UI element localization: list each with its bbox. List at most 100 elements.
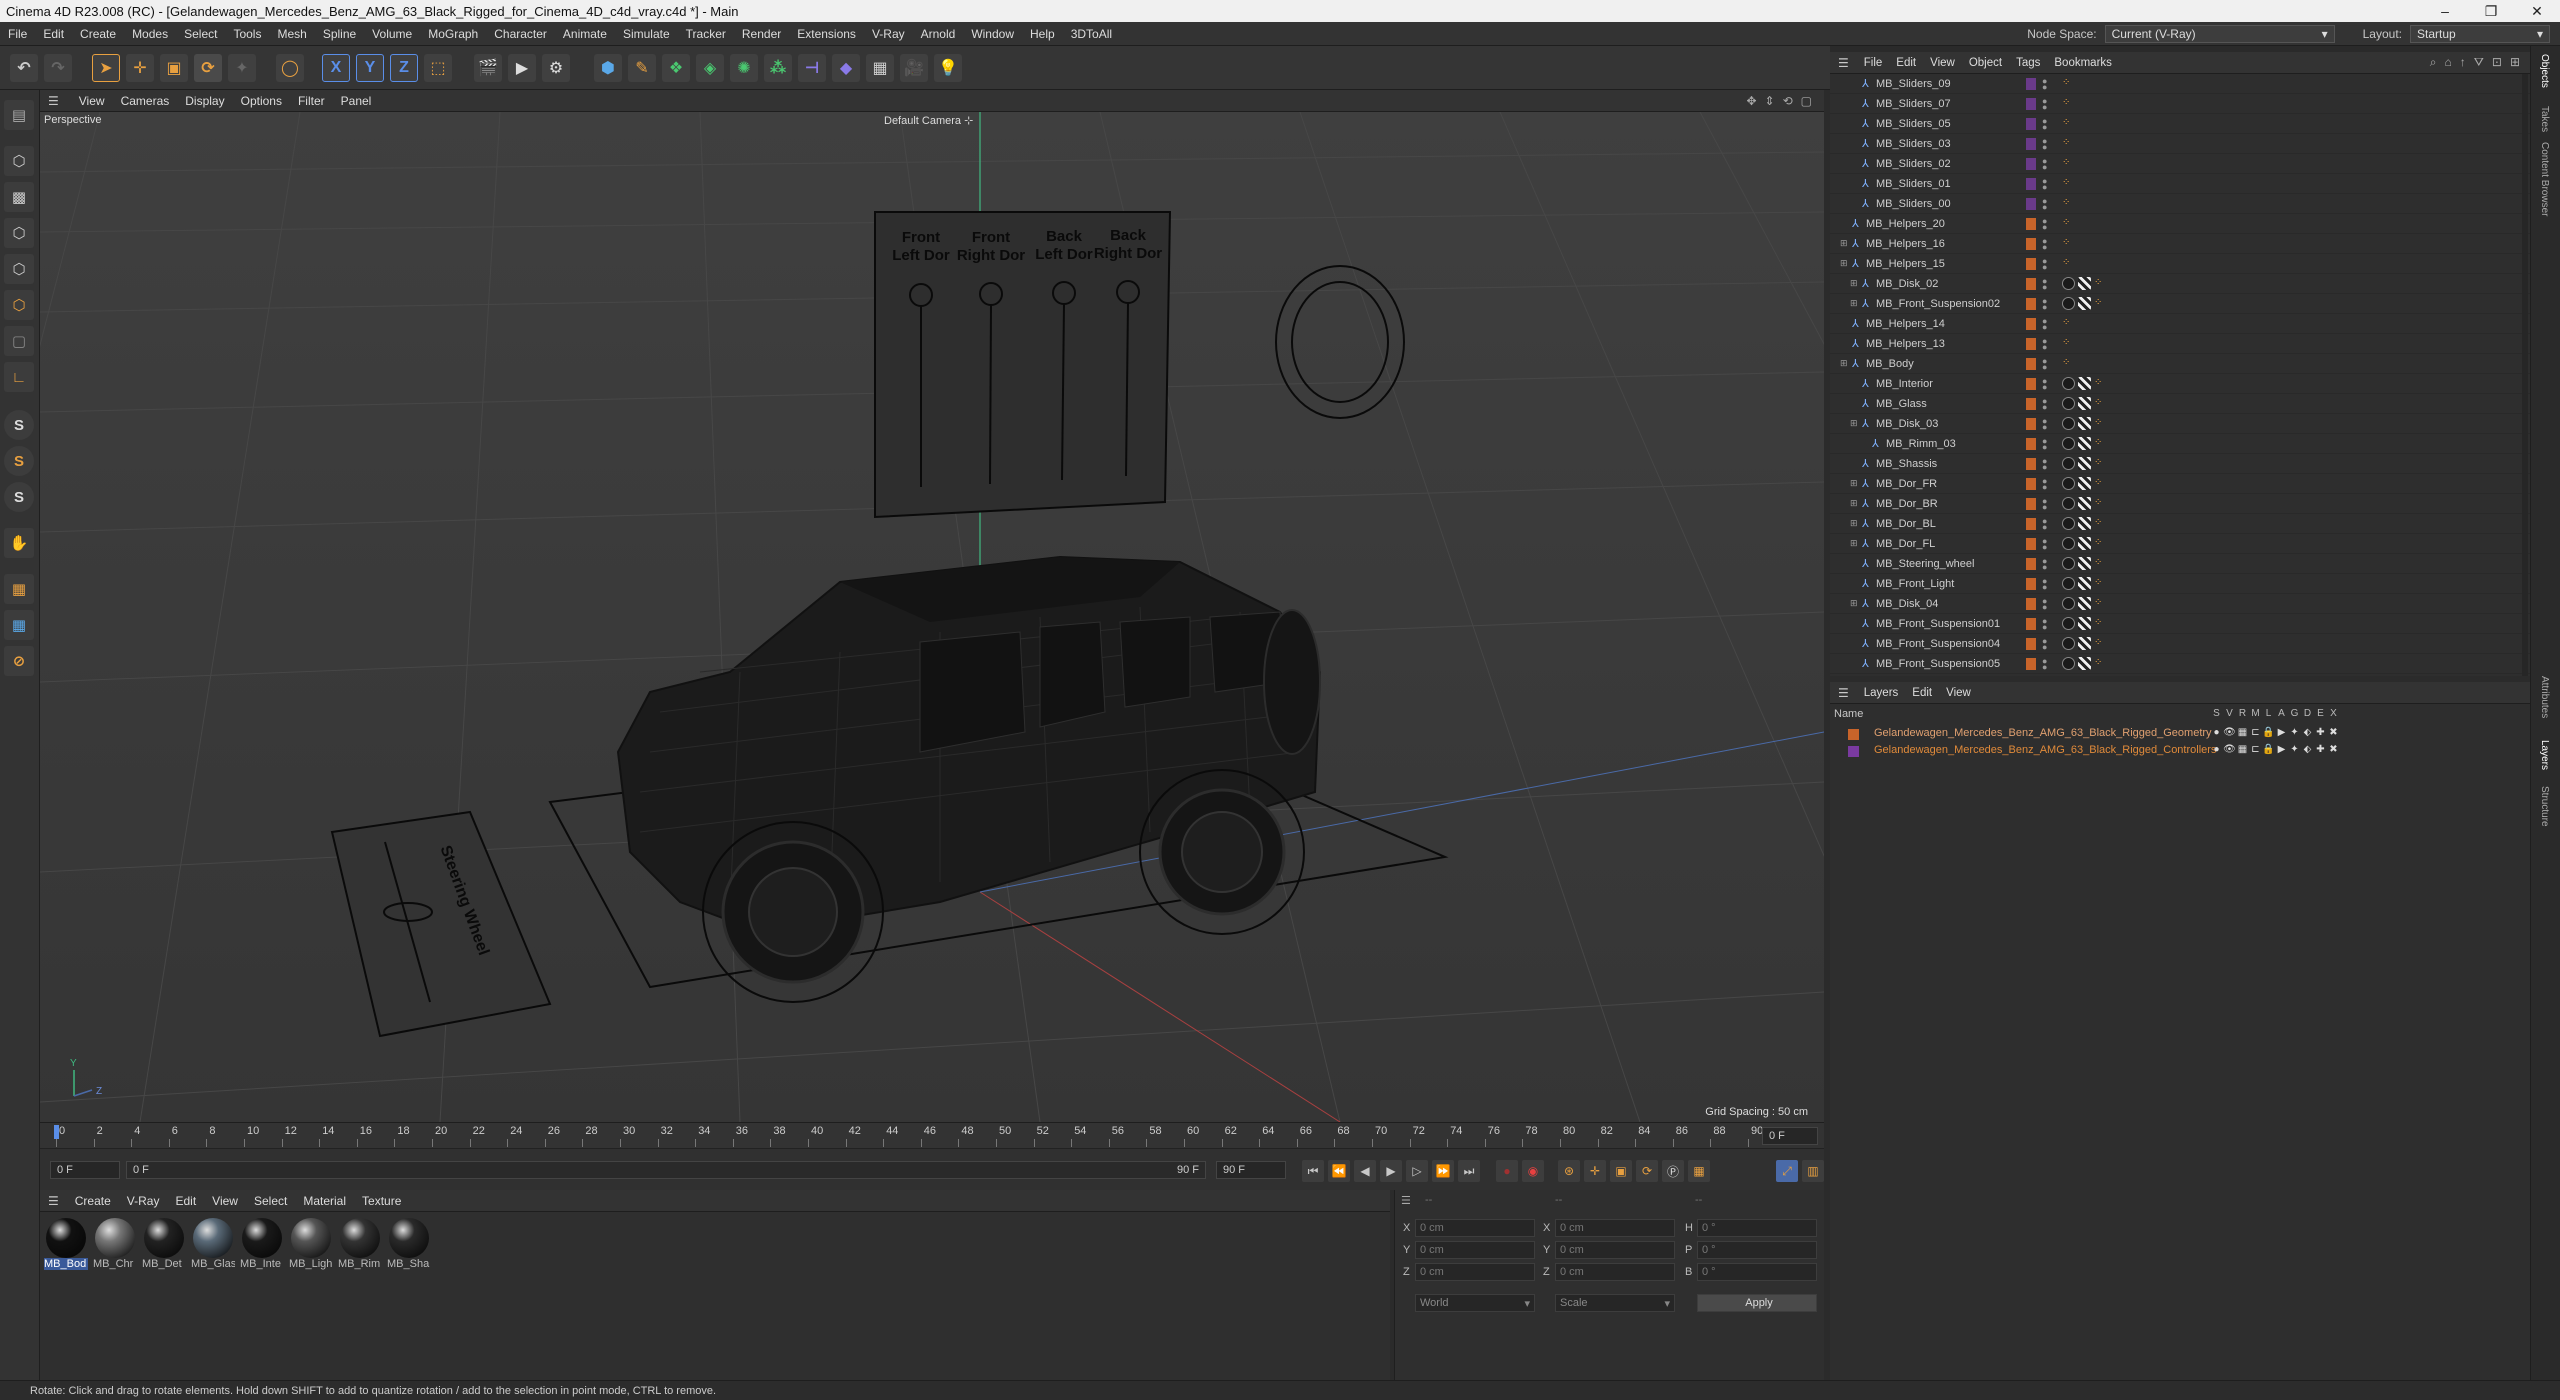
cube-icon[interactable]: ⬢ xyxy=(594,54,622,82)
new-view-icon[interactable]: ⊞ xyxy=(2510,55,2520,70)
object-row[interactable]: ⅄ MB_Sliders_03 ● ● ⁘ xyxy=(1830,134,2530,154)
layer-flag-icon[interactable]: ● xyxy=(2210,727,2223,738)
object-tag-icon[interactable] xyxy=(2062,437,2075,450)
layer-row[interactable]: Gelandewagen_Mercedes_Benz_AMG_63_Black_… xyxy=(1830,726,2530,743)
menu-mesh[interactable]: Mesh xyxy=(269,27,314,41)
object-layer-color[interactable] xyxy=(2026,477,2036,490)
expand-toggle-icon[interactable]: ⊞ xyxy=(1850,298,1858,309)
visibility-dots-icon[interactable]: ● ● xyxy=(2042,656,2048,671)
object-layer-color[interactable] xyxy=(2026,417,2036,430)
material-menu-material[interactable]: Material xyxy=(295,1194,354,1208)
object-menu-file[interactable]: File xyxy=(1857,57,1890,69)
object-row[interactable]: ⊞ ⅄ MB_Body ● ● ⁘ xyxy=(1830,354,2530,374)
pos-x-field[interactable]: 0 cm xyxy=(1415,1219,1535,1237)
object-tag-icon[interactable] xyxy=(2062,277,2075,290)
viewport-menu-filter[interactable]: Filter xyxy=(290,94,333,108)
object-row[interactable]: ⊞ ⅄ MB_Dor_BL ● ● ⁘ xyxy=(1830,514,2530,534)
x-axis-button[interactable]: X xyxy=(322,54,350,82)
menu-simulate[interactable]: Simulate xyxy=(615,27,678,41)
object-tag-icon[interactable]: ⁘ xyxy=(2062,117,2075,130)
expand-toggle-icon[interactable]: ⊞ xyxy=(1850,278,1858,289)
object-layer-color[interactable] xyxy=(2026,237,2036,250)
layer-flag-icon[interactable]: ▦ xyxy=(2236,727,2249,738)
object-tag-icon[interactable] xyxy=(2062,397,2075,410)
object-tag-icon[interactable] xyxy=(2078,517,2091,530)
search-icon[interactable]: ⌕ xyxy=(2430,55,2437,70)
object-tag-icon[interactable]: ⁘ xyxy=(2094,277,2107,290)
visibility-dots-icon[interactable]: ● ● xyxy=(2042,456,2048,471)
expand-toggle-icon[interactable]: ⊞ xyxy=(1840,258,1848,269)
visibility-dots-icon[interactable]: ● ● xyxy=(2042,576,2048,591)
model-mode-icon[interactable]: ⬡ xyxy=(4,146,34,176)
object-tag-icon[interactable]: ⁘ xyxy=(2062,197,2075,210)
coordinate-system-icon[interactable]: ⬚ xyxy=(424,54,452,82)
object-layer-color[interactable] xyxy=(2026,657,2036,670)
visibility-dots-icon[interactable]: ● ● xyxy=(2042,396,2048,411)
object-tag-icon[interactable] xyxy=(2062,617,2075,630)
pos-y-field[interactable]: 0 cm xyxy=(1415,1241,1535,1259)
object-layer-color[interactable] xyxy=(2026,537,2036,550)
object-layer-color[interactable] xyxy=(2026,637,2036,650)
object-tag-icon[interactable]: ⁘ xyxy=(2094,457,2107,470)
play-icon[interactable]: ▶ xyxy=(1380,1160,1402,1182)
object-tag-icon[interactable]: ⁘ xyxy=(2062,357,2075,370)
extrude-icon[interactable]: ◈ xyxy=(696,54,724,82)
object-tag-icon[interactable] xyxy=(2078,477,2091,490)
rot-p-field[interactable]: 0 ° xyxy=(1697,1241,1817,1259)
material-swatch[interactable]: MB_Glas xyxy=(191,1218,235,1270)
layer-flag-icon[interactable]: ✦ xyxy=(2288,727,2301,738)
object-menu-bookmarks[interactable]: Bookmarks xyxy=(2047,57,2119,69)
expand-toggle-icon[interactable]: ⊞ xyxy=(1840,358,1848,369)
object-row[interactable]: ⅄ MB_Glass ● ● ⁘ xyxy=(1830,394,2530,414)
home-icon[interactable]: ⌂ xyxy=(2445,55,2452,70)
object-tag-icon[interactable] xyxy=(2062,377,2075,390)
menu-3dtoall[interactable]: 3DToAll xyxy=(1063,27,1120,41)
expand-toggle-icon[interactable]: ⊞ xyxy=(1850,598,1858,609)
object-tag-icon[interactable] xyxy=(2078,437,2091,450)
layer-color-swatch[interactable] xyxy=(1848,746,1859,757)
menu-tools[interactable]: Tools xyxy=(225,27,269,41)
layer-flag-icon[interactable]: ▶ xyxy=(2275,727,2288,738)
field-icon[interactable]: ◆ xyxy=(832,54,860,82)
mograph-icon[interactable]: ⁂ xyxy=(764,54,792,82)
menu-volume[interactable]: Volume xyxy=(364,27,420,41)
material-swatch[interactable]: MB_Sha xyxy=(387,1218,431,1270)
visibility-dots-icon[interactable]: ● ● xyxy=(2042,276,2048,291)
object-layer-color[interactable] xyxy=(2026,97,2036,110)
object-layer-color[interactable] xyxy=(2026,117,2036,130)
3d-viewport[interactable]: Front Left Dor Front Right Dor Back Left… xyxy=(40,112,1824,1122)
hamburger-icon[interactable]: ☰ xyxy=(1401,1194,1411,1207)
deformer-icon[interactable]: ⊣ xyxy=(798,54,826,82)
object-tag-icon[interactable]: ⁘ xyxy=(2062,337,2075,350)
object-tag-icon[interactable]: ⁘ xyxy=(2094,397,2107,410)
object-row[interactable]: ⅄ MB_Sliders_02 ● ● ⁘ xyxy=(1830,154,2530,174)
next-frame-icon[interactable]: ▷ xyxy=(1406,1160,1428,1182)
visibility-dots-icon[interactable]: ● ● xyxy=(2042,416,2048,431)
object-row[interactable]: ⊞ ⅄ MB_Dor_BR ● ● ⁘ xyxy=(1830,494,2530,514)
texture-mode-icon[interactable]: ▩ xyxy=(4,182,34,212)
object-tag-icon[interactable]: ⁘ xyxy=(2062,317,2075,330)
layer-flag-icon[interactable]: ✖ xyxy=(2327,744,2340,755)
object-tag-icon[interactable] xyxy=(2078,597,2091,610)
object-row[interactable]: ⅄ MB_Rimm_03 ● ● ⁘ xyxy=(1830,434,2530,454)
visibility-dots-icon[interactable]: ● ● xyxy=(2042,316,2048,331)
undo-icon[interactable]: ↶ xyxy=(10,54,38,82)
object-row[interactable]: ⅄ MB_Helpers_13 ● ● ⁘ xyxy=(1830,334,2530,354)
redo-icon[interactable]: ↷ xyxy=(44,54,72,82)
object-row[interactable]: ⊞ ⅄ MB_Dor_FL ● ● ⁘ xyxy=(1830,534,2530,554)
z-axis-button[interactable]: Z xyxy=(390,54,418,82)
visibility-dots-icon[interactable]: ● ● xyxy=(2042,76,2048,91)
object-layer-color[interactable] xyxy=(2026,157,2036,170)
object-tag-icon[interactable]: ⁘ xyxy=(2094,557,2107,570)
hamburger-icon[interactable]: ☰ xyxy=(1830,56,1857,70)
object-row[interactable]: ⅄ MB_Sliders_05 ● ● ⁘ xyxy=(1830,114,2530,134)
object-tag-icon[interactable]: ⁘ xyxy=(2062,217,2075,230)
object-tag-icon[interactable] xyxy=(2078,557,2091,570)
visibility-dots-icon[interactable]: ● ● xyxy=(2042,596,2048,611)
visibility-dots-icon[interactable]: ● ● xyxy=(2042,636,2048,651)
viewport-menu-display[interactable]: Display xyxy=(177,94,232,108)
object-row[interactable]: ⅄ MB_Front_Light ● ● ⁘ xyxy=(1830,574,2530,594)
menu-mograph[interactable]: MoGraph xyxy=(420,27,486,41)
object-tag-icon[interactable] xyxy=(2078,397,2091,410)
parameter-key-icon[interactable]: Ⓟ xyxy=(1662,1160,1684,1182)
